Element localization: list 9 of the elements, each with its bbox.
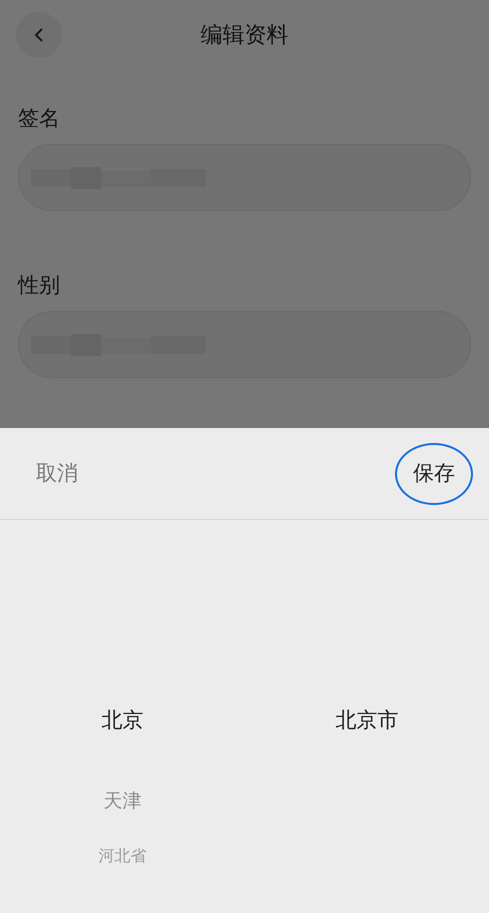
- picker-option[interactable]: 北京市: [335, 700, 398, 740]
- back-button[interactable]: [16, 12, 62, 58]
- field-label: 签名: [18, 105, 61, 132]
- field-label: 性别: [18, 272, 61, 299]
- page-title: 编辑资料: [200, 22, 288, 50]
- picker-option[interactable]: 北京: [101, 700, 144, 740]
- back-icon: [33, 27, 45, 43]
- save-button[interactable]: 保存: [395, 442, 473, 504]
- cancel-button[interactable]: 取消: [24, 452, 90, 496]
